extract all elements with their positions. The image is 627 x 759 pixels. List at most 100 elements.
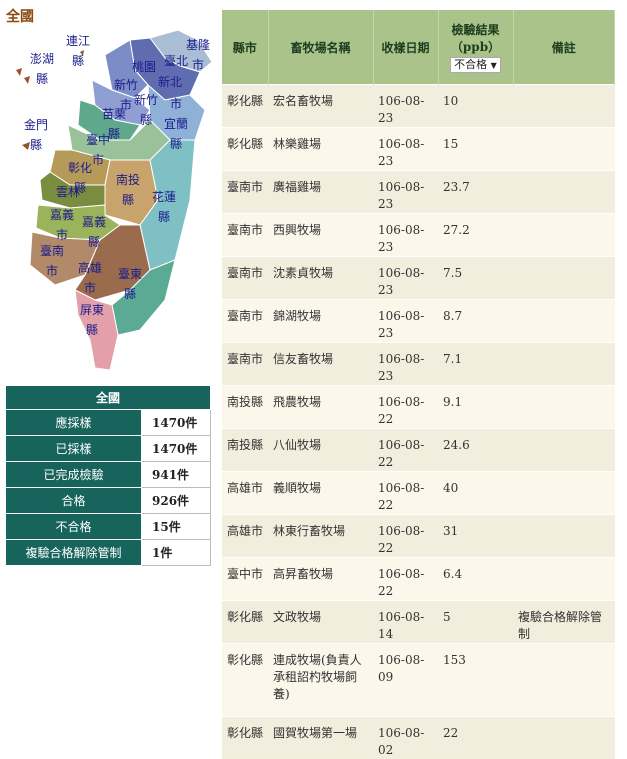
stat-label[interactable]: 應採樣 (6, 410, 142, 436)
region-label-text: 市 (40, 264, 64, 278)
cell-result: 22 (438, 717, 513, 759)
cell-county: 彰化縣 (222, 85, 268, 128)
region-label-chiayi-city[interactable]: 嘉義市 (50, 208, 74, 242)
cell-county: 高雄市 (222, 515, 268, 558)
region-label-chiayi-county[interactable]: 嘉義縣 (82, 215, 106, 249)
stat-value: 1470件 (142, 436, 211, 462)
region-label-nantou[interactable]: 南投縣 (116, 173, 140, 207)
table-row: 臺南市西興牧場106-08-2327.2 (222, 214, 615, 257)
header-result-title: 檢驗結果 (439, 21, 513, 38)
stat-label[interactable]: 已完成檢驗 (6, 462, 142, 488)
cell-result: 24.6 (438, 429, 513, 472)
region-label-pingtung[interactable]: 屏東縣 (80, 303, 104, 337)
region-label-text: 雲林 (56, 185, 80, 199)
cell-note (513, 300, 615, 343)
cell-county: 臺南市 (222, 257, 268, 300)
cell-date: 106-08-23 (373, 257, 438, 300)
region-shape-penghu[interactable] (16, 68, 30, 84)
cell-farm: 林東行畜牧場 (268, 515, 373, 558)
cell-note (513, 644, 615, 717)
region-label-text: 縣 (134, 113, 158, 127)
cell-county: 高雄市 (222, 472, 268, 515)
stat-label[interactable]: 已採樣 (6, 436, 142, 462)
cell-result: 9.1 (438, 386, 513, 429)
result-filter-select[interactable]: 不合格 ▼ (450, 57, 501, 73)
table-row: 臺中市高昇畜牧場106-08-226.4 (222, 558, 615, 601)
region-label-text: 基隆 (186, 38, 210, 52)
region-label-yilan[interactable]: 市宜蘭縣 (164, 97, 188, 151)
cell-farm: 連成牧場(負責人承租詔杓牧場飼養) (268, 644, 373, 717)
region-label-taoyuan[interactable]: 桃園 (132, 60, 156, 74)
region-label-text: 桃園 (132, 60, 156, 74)
cell-result: 7.1 (438, 343, 513, 386)
stats-body: 應採樣1470件已採樣1470件已完成檢驗941件合格926件不合格15件複驗合… (6, 410, 211, 566)
cell-result: 153 (438, 644, 513, 717)
stat-label[interactable]: 不合格 (6, 514, 142, 540)
region-label-hualien[interactable]: 花蓮縣 (152, 190, 176, 224)
stat-label[interactable]: 複驗合格解除管制 (6, 540, 142, 566)
region-label-text: 縣 (82, 235, 106, 249)
region-label-yunlin[interactable]: 雲林 (56, 185, 80, 199)
table-row: 高雄市義順牧場106-08-2240 (222, 472, 615, 515)
region-label-text: 彰化 (68, 161, 92, 175)
stat-value: 941件 (142, 462, 211, 488)
region-label-text: 市 (186, 58, 210, 72)
header-note: 備註 (513, 10, 615, 85)
stat-row: 不合格15件 (6, 514, 211, 540)
cell-date: 106-08-02 (373, 717, 438, 759)
cell-date: 106-08-23 (373, 128, 438, 171)
summary-stats-table: 全國 應採樣1470件已採樣1470件已完成檢驗941件合格926件不合格15件… (5, 385, 211, 566)
cell-county: 彰化縣 (222, 128, 268, 171)
table-row: 南投縣八仙牧場106-08-2224.6 (222, 429, 615, 472)
test-results-table: 縣市 畜牧場名稱 收樣日期 檢驗結果 （ppb） 不合格 ▼ 備註 彰化縣宏名畜… (222, 10, 615, 759)
stat-label[interactable]: 合格 (6, 488, 142, 514)
region-label-text: 縣 (66, 54, 90, 68)
stat-row: 已採樣1470件 (6, 436, 211, 462)
cell-result: 27.2 (438, 214, 513, 257)
region-label-text: 新竹 (134, 93, 158, 107)
header-county: 縣市 (222, 10, 268, 85)
header-result: 檢驗結果 （ppb） 不合格 ▼ (438, 10, 513, 85)
stats-header: 全國 (6, 386, 211, 410)
region-label-lienchiang[interactable]: 連江縣 (66, 34, 90, 68)
cell-farm: 飛農牧場 (268, 386, 373, 429)
cell-date: 106-08-22 (373, 515, 438, 558)
region-label-text: 屏東 (80, 303, 104, 317)
region-label-text: 市 (50, 228, 74, 242)
region-label-newtaipei[interactable]: 新北 (158, 75, 182, 89)
region-label-hsinchu-county[interactable]: 新竹縣 (134, 93, 158, 127)
stat-row: 應採樣1470件 (6, 410, 211, 436)
region-label-taipei[interactable]: 臺北 (164, 54, 188, 68)
cell-farm: 沈素貞牧場 (268, 257, 373, 300)
table-row: 臺南市錦湖牧場106-08-238.7 (222, 300, 615, 343)
table-row: 高雄市林東行畜牧場106-08-2231 (222, 515, 615, 558)
map-title[interactable]: 全國 (6, 6, 34, 26)
cell-date: 106-08-09 (373, 644, 438, 717)
region-label-penghu[interactable]: 澎湖縣 (30, 52, 54, 86)
region-label-text: 臺東 (118, 267, 142, 281)
cell-result: 6.4 (438, 558, 513, 601)
cell-farm: 信友畜牧場 (268, 343, 373, 386)
stat-value: 926件 (142, 488, 211, 514)
table-row: 臺南市廣福雞場106-08-2323.7 (222, 171, 615, 214)
cell-county: 臺南市 (222, 171, 268, 214)
region-label-text: 嘉義 (82, 215, 106, 229)
table-row: 彰化縣國賀牧場第一場106-08-0222 (222, 717, 615, 759)
region-label-text: 市 (78, 281, 102, 295)
cell-note (513, 128, 615, 171)
header-date: 收樣日期 (373, 10, 438, 85)
cell-date: 106-08-23 (373, 171, 438, 214)
region-label-keelung[interactable]: 基隆市 (186, 38, 210, 72)
cell-county: 彰化縣 (222, 644, 268, 717)
cell-farm: 國賀牧場第一場 (268, 717, 373, 759)
cell-farm: 義順牧場 (268, 472, 373, 515)
cell-date: 106-08-22 (373, 429, 438, 472)
region-label-text: 苗栗 (102, 107, 126, 121)
cell-result: 15 (438, 128, 513, 171)
region-label-kaohsiung[interactable]: 高雄市 (78, 261, 102, 295)
region-label-text: 金門 (24, 118, 48, 132)
region-label-taitung[interactable]: 臺東縣 (118, 267, 142, 301)
region-label-tainan[interactable]: 臺南市 (40, 244, 64, 278)
region-label-kinmen[interactable]: 金門縣 (24, 118, 48, 152)
cell-county: 臺南市 (222, 300, 268, 343)
